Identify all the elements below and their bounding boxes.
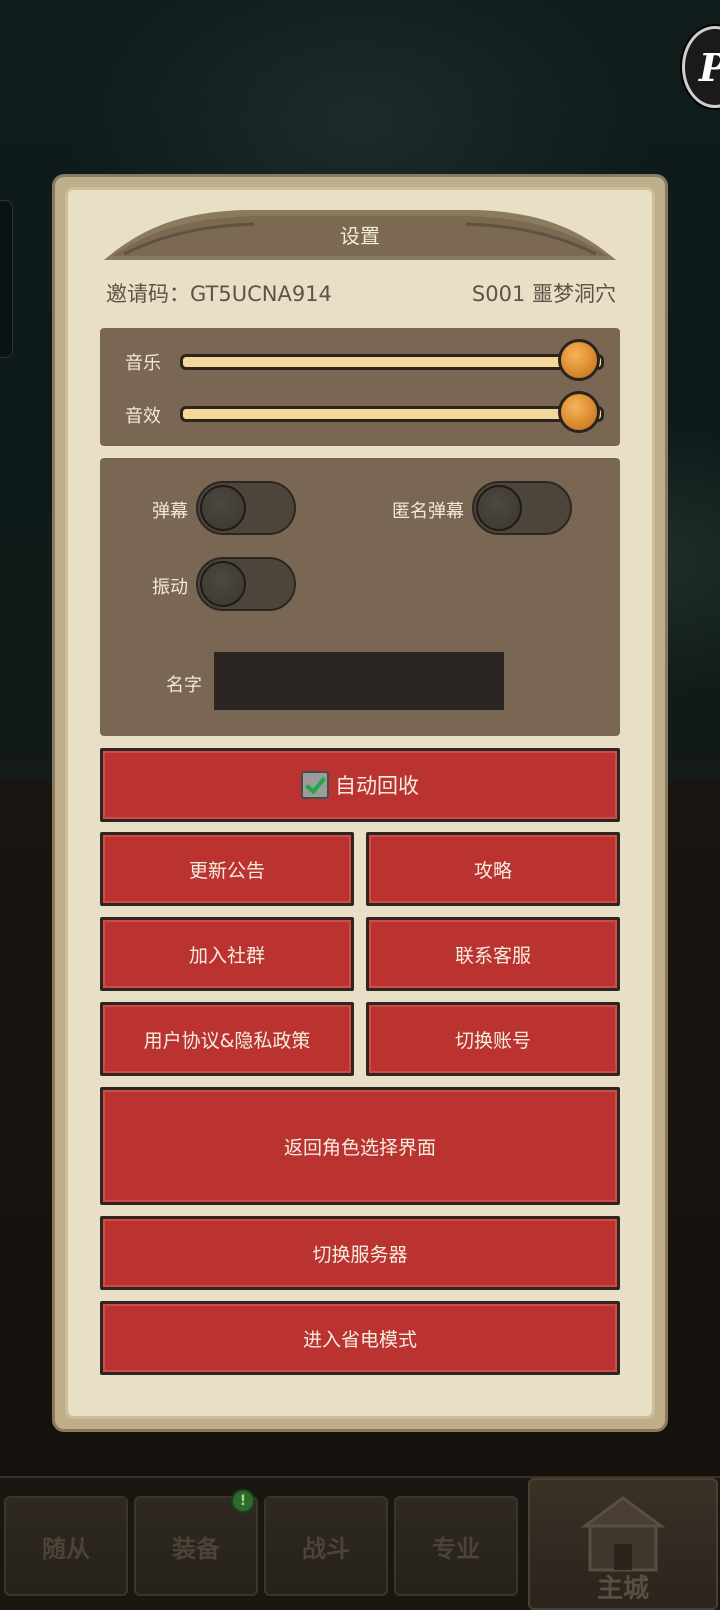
name-label: 名字 (166, 675, 202, 696)
nav-profession[interactable]: 专业 (394, 1496, 518, 1596)
equipment-badge: ! (231, 1489, 255, 1513)
power-save-mode-button[interactable]: 进入省电模式 (100, 1301, 620, 1375)
user-agreement-button[interactable]: 用户协议&隐私政策 (100, 1002, 354, 1076)
vibration-toggle[interactable] (196, 557, 296, 611)
switch-server-button[interactable]: 切换服务器 (100, 1216, 620, 1290)
server-name: S001 噩梦洞穴 (471, 282, 616, 306)
bottom-nav: 随从 装备 战斗 专业 主城 (0, 1476, 720, 1610)
sfx-slider-knob[interactable] (558, 391, 600, 433)
anon-danmaku-label: 匿名弹幕 (392, 501, 464, 522)
music-label: 音乐 (125, 353, 161, 374)
nav-main-city-label: 主城 (596, 1574, 649, 1604)
switch-account-button[interactable]: 切换账号 (366, 1002, 620, 1076)
guide-button[interactable]: 攻略 (366, 832, 620, 906)
nav-followers[interactable]: 随从 (4, 1496, 128, 1596)
dialog-title: 设置 (340, 224, 380, 248)
nav-battle[interactable]: 战斗 (264, 1496, 388, 1596)
auto-recycle-button[interactable]: 自动回收 (100, 748, 620, 822)
music-slider[interactable] (180, 354, 604, 370)
contact-support-button[interactable]: 联系客服 (366, 917, 620, 991)
castle-icon (580, 1496, 666, 1572)
auto-recycle-label: 自动回收 (335, 774, 419, 798)
update-notice-button[interactable]: 更新公告 (100, 832, 354, 906)
sound-panel (100, 328, 620, 446)
music-slider-knob[interactable] (558, 339, 600, 381)
toggle-thumb (200, 485, 246, 531)
join-community-button[interactable]: 加入社群 (100, 917, 354, 991)
nav-main-city[interactable]: 主城 (528, 1478, 718, 1610)
sfx-slider[interactable] (180, 406, 604, 422)
back-to-character-select-button[interactable]: 返回角色选择界面 (100, 1087, 620, 1205)
side-tab[interactable] (0, 200, 13, 358)
danmaku-label: 弹幕 (152, 501, 188, 522)
checkbox-icon[interactable] (301, 771, 329, 799)
name-field[interactable] (214, 652, 504, 710)
toggle-thumb (476, 485, 522, 531)
anon-danmaku-toggle[interactable] (472, 481, 572, 535)
danmaku-toggle[interactable] (196, 481, 296, 535)
toggle-thumb (200, 561, 246, 607)
invite-code[interactable]: 邀请码：GT5UCNA914 (106, 278, 332, 308)
vibration-label: 振动 (152, 577, 188, 598)
sfx-label: 音效 (125, 406, 161, 427)
